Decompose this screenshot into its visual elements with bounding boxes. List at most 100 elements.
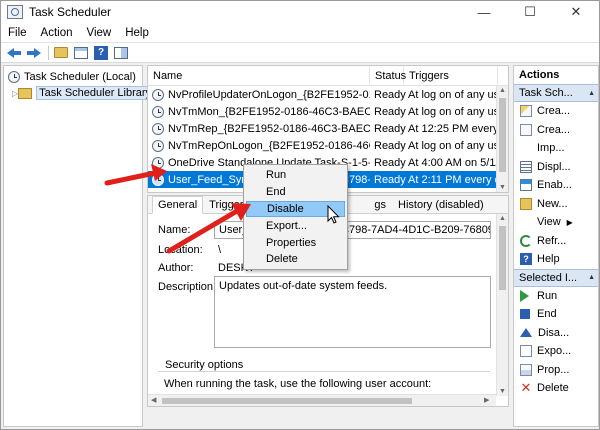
maximize-button[interactable]: ☐ bbox=[507, 1, 553, 23]
create-task-icon bbox=[520, 123, 532, 136]
details-horizontal-scrollbar[interactable]: ◀ ▶ bbox=[148, 394, 496, 406]
action-label: Run bbox=[537, 289, 558, 302]
task-row[interactable]: NvTmMon_{B2FE1952-0186-46C3-BAEC-A80AA3.… bbox=[148, 103, 508, 120]
new-folder-icon bbox=[520, 197, 532, 210]
help-icon: ? bbox=[94, 45, 108, 60]
forward-arrow-icon bbox=[27, 47, 41, 58]
column-header-name[interactable]: Name bbox=[148, 66, 370, 86]
task-trigger: At 2:11 PM every day bbox=[408, 173, 498, 186]
task-list-scrollbar[interactable]: ▲ ▼ bbox=[496, 86, 508, 192]
column-header-status[interactable]: Status bbox=[370, 66, 406, 86]
tree-item-task-scheduler-local[interactable]: Task Scheduler (Local) bbox=[4, 69, 142, 85]
scroll-thumb[interactable] bbox=[499, 226, 506, 290]
end-icon bbox=[520, 309, 530, 320]
folder-icon bbox=[18, 87, 33, 99]
collapse-caret-icon[interactable]: ▲ bbox=[588, 90, 595, 97]
actions-section-task-scheduler[interactable]: Task Sch... ▲ bbox=[514, 84, 598, 102]
action-create-basic-task[interactable]: Crea... bbox=[514, 102, 598, 121]
task-clock-icon bbox=[152, 88, 164, 101]
action-disable[interactable]: Disa... bbox=[514, 324, 598, 343]
action-properties[interactable]: Prop... bbox=[514, 361, 598, 380]
tab-history[interactable]: History (disabled) bbox=[392, 196, 490, 214]
scroll-thumb[interactable] bbox=[162, 398, 412, 404]
action-display-running[interactable]: Displ... bbox=[514, 158, 598, 177]
task-name: NvTmRep_{B2FE1952-0186-46C3-BAEC-A80AA3.… bbox=[168, 122, 370, 135]
section-label: Selected I... bbox=[519, 271, 578, 284]
action-pane-icon bbox=[114, 46, 128, 59]
task-name: NvTmRepOnLogon_{B2FE1952-0186-46C3-BAEC.… bbox=[168, 139, 370, 152]
action-view[interactable]: View ▶ bbox=[514, 213, 598, 232]
task-name: NvTmMon_{B2FE1952-0186-46C3-BAEC-A80AA3.… bbox=[168, 105, 370, 118]
refresh-icon bbox=[520, 234, 532, 247]
task-row[interactable]: NvTmRep_{B2FE1952-0186-46C3-BAEC-A80AA3.… bbox=[148, 120, 508, 137]
forward-button[interactable] bbox=[25, 45, 43, 61]
scroll-up-icon[interactable]: ▲ bbox=[499, 87, 506, 94]
action-enable-history[interactable]: Enab... bbox=[514, 176, 598, 195]
scroll-right-icon[interactable]: ▶ bbox=[484, 396, 489, 404]
export-icon bbox=[520, 345, 532, 358]
author-label: Author: bbox=[158, 262, 194, 274]
task-status: Ready bbox=[374, 139, 406, 152]
action-delete[interactable]: ✕ Delete bbox=[514, 379, 598, 398]
security-options-title: Security options bbox=[162, 359, 247, 371]
console-tree-icon bbox=[74, 46, 88, 59]
create-basic-task-icon bbox=[520, 105, 532, 118]
action-end[interactable]: End bbox=[514, 305, 598, 324]
tree-item-task-scheduler-library[interactable]: ▷ Task Scheduler Library bbox=[4, 85, 155, 101]
action-label: Help bbox=[537, 253, 560, 266]
action-new-folder[interactable]: New... bbox=[514, 195, 598, 214]
back-arrow-icon bbox=[7, 47, 21, 58]
actions-section-selected-item[interactable]: Selected I... ▲ bbox=[514, 268, 598, 287]
window-controls: — ☐ ✕ bbox=[461, 1, 599, 23]
scroll-down-icon[interactable]: ▼ bbox=[499, 388, 506, 395]
show-action-pane-button[interactable] bbox=[112, 45, 130, 61]
action-help[interactable]: ? Help bbox=[514, 250, 598, 269]
toolbar: ? bbox=[1, 43, 599, 63]
action-label: End bbox=[537, 308, 557, 321]
task-status: Ready bbox=[374, 156, 406, 169]
security-group-divider bbox=[158, 371, 490, 372]
task-row[interactable]: NvTmRepOnLogon_{B2FE1952-0186-46C3-BAEC.… bbox=[148, 137, 508, 154]
menu-action[interactable]: Action bbox=[34, 27, 80, 39]
action-import[interactable]: Imp... bbox=[514, 139, 598, 158]
run-icon bbox=[520, 289, 529, 302]
console-tree: Task Scheduler (Local) ▷ Task Scheduler … bbox=[3, 65, 155, 427]
collapse-caret-icon[interactable]: ▲ bbox=[588, 274, 595, 281]
menu-help[interactable]: Help bbox=[118, 27, 156, 39]
action-label: New... bbox=[537, 197, 568, 210]
scroll-down-icon[interactable]: ▼ bbox=[499, 184, 506, 191]
submenu-arrow-icon: ▶ bbox=[566, 217, 573, 227]
task-scheduler-window: Task Scheduler — ☐ ✕ File Action View He… bbox=[0, 0, 600, 430]
action-create-task[interactable]: Crea... bbox=[514, 121, 598, 140]
action-label: Crea... bbox=[537, 123, 571, 136]
menu-file[interactable]: File bbox=[1, 27, 34, 39]
scroll-left-icon[interactable]: ◀ bbox=[151, 396, 156, 404]
minimize-button[interactable]: — bbox=[461, 1, 507, 23]
back-button[interactable] bbox=[5, 45, 23, 61]
description-field[interactable]: Updates out-of-date system feeds. bbox=[214, 276, 491, 348]
tab-settings[interactable]: gs bbox=[368, 196, 392, 214]
task-clock-icon bbox=[152, 105, 164, 118]
details-vertical-scrollbar[interactable]: ▲ ▼ bbox=[496, 214, 508, 396]
task-trigger: At log on of any user - bbox=[408, 105, 498, 118]
task-row[interactable]: NvProfileUpdaterOnLogon_{B2FE1952-0186-4… bbox=[148, 86, 508, 103]
context-menu-run[interactable]: Run bbox=[246, 167, 345, 184]
help-toolbar-button[interactable]: ? bbox=[92, 45, 110, 61]
action-label: Crea... bbox=[537, 105, 571, 118]
menu-view[interactable]: View bbox=[80, 27, 119, 39]
show-console-tree-button[interactable] bbox=[72, 45, 90, 61]
action-export[interactable]: Expo... bbox=[514, 342, 598, 361]
import-icon bbox=[520, 142, 532, 154]
task-list-header: Name Status Triggers bbox=[148, 66, 508, 86]
action-label: View bbox=[537, 216, 561, 229]
up-folder-button[interactable] bbox=[52, 45, 70, 61]
close-button[interactable]: ✕ bbox=[553, 1, 599, 23]
annotation-arrow-icon bbox=[166, 203, 251, 254]
task-clock-icon bbox=[152, 122, 164, 135]
scroll-thumb[interactable] bbox=[499, 98, 506, 172]
action-refresh[interactable]: Refr... bbox=[514, 232, 598, 251]
action-run[interactable]: Run bbox=[514, 287, 598, 306]
scroll-up-icon[interactable]: ▲ bbox=[499, 215, 506, 222]
actions-pane: Actions Task Sch... ▲ Crea... Crea... Im… bbox=[513, 65, 599, 427]
column-header-triggers[interactable]: Triggers bbox=[404, 66, 498, 86]
